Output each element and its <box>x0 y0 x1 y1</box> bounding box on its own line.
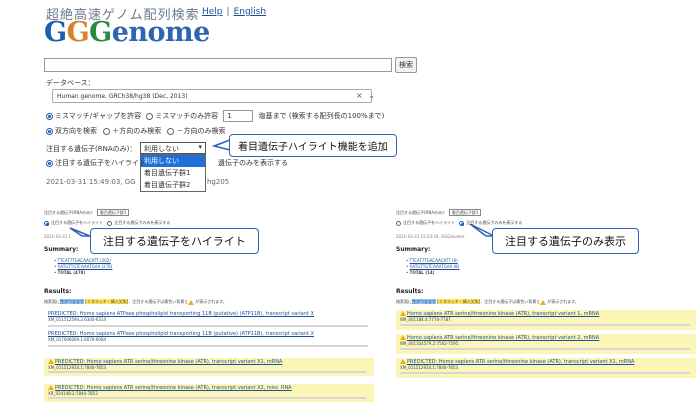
legend-match-mark: 色がつきます <box>412 299 436 304</box>
warning-icon <box>48 385 54 390</box>
left-highlight-radio[interactable] <box>44 220 49 226</box>
warning-icon <box>400 335 406 340</box>
legend-text: 、注目する遺伝子は黄色い背景と <box>128 299 189 304</box>
left-radio-row: 注目する遺伝子をハイライト 注目する遺伝子のみを表示する <box>44 220 170 226</box>
result-location: XM_011512924.1:7840-7853 <box>400 365 459 370</box>
left-show-only-label: 注目する遺伝子のみを表示する <box>114 220 171 225</box>
legend-prefix: 検索語に <box>396 299 412 304</box>
right-filter-select[interactable]: 着目遺伝子群1 <box>448 209 482 216</box>
right-callout: 注目する遺伝子のみ表示 <box>492 228 639 254</box>
sequence-alignment <box>48 325 368 327</box>
result-location: NM_001354579.2:7562-7595 <box>400 341 459 346</box>
sequence-alignment <box>48 397 366 399</box>
warning-icon <box>400 359 406 364</box>
left-summary-list: • TTCATTTGACAACATT (202) • AATGTTGTCAAAT… <box>54 258 113 275</box>
right-filter-label: 注目する遺伝子(RNAのみ)： <box>396 210 448 215</box>
left-filter-select[interactable]: 着目遺伝子群1 <box>96 209 130 216</box>
warning-icon <box>188 299 195 305</box>
sequence-alignment <box>400 324 690 326</box>
summary-link[interactable]: AATGTTGTCAAATGAA (8) <box>410 264 460 269</box>
left-results-title: Results: <box>44 288 72 295</box>
result-item-highlighted: PREDICTED: Homo sapiens ATR serine/threo… <box>44 358 374 376</box>
legend-text: 、注目する遺伝子は黄色い背景と <box>480 299 541 304</box>
summary-link[interactable]: TTCATTTGACAACATT (202) <box>58 258 111 263</box>
result-item-highlighted: PREDICTED: Homo sapiens ATR serine/threo… <box>44 384 374 402</box>
left-timestamp: 2021-03-31 1 <box>44 234 72 239</box>
result-location: XM_011512594.2:6300-6314 <box>48 317 107 322</box>
left-show-only-radio[interactable] <box>107 220 113 226</box>
result-location: XM_011512924.1:7840-7853 <box>48 365 107 370</box>
legend-match-mark: 色がつきます <box>60 299 84 304</box>
summary-total: TOTAL (478) <box>57 270 86 275</box>
left-filter-row: 注目する遺伝子(RNAのみ)： 着目遺伝子群1 <box>44 209 130 216</box>
result-item-highlighted: Homo sapiens ATR serine/threonine kinase… <box>396 334 696 354</box>
top-callout: 着目遺伝子ハイライト機能を追加 <box>229 134 397 157</box>
result-location: XR_924148.2:7840-7853 <box>48 391 98 396</box>
sequence-alignment <box>48 371 366 373</box>
legend-suffix: が表示されます。 <box>195 299 227 304</box>
legend-suffix: が表示されます。 <box>547 299 579 304</box>
summary-total: TOTAL (14) <box>409 270 435 275</box>
summary-link[interactable]: AATGTTGTCAAATGAA (276) <box>58 264 113 269</box>
right-summary-list: • TTCATTTGACAACATT (6) • AATGTTGTCAAATGA… <box>406 258 460 275</box>
right-show-only-radio[interactable] <box>459 220 465 226</box>
sequence-alignment <box>48 345 368 347</box>
right-timestamp: 2021-03-31 15:53:34, GGGenome : <box>396 234 467 239</box>
summary-link[interactable]: TTCATTTGACAACATT (6) <box>410 258 458 263</box>
legend-prefix: 検索語に <box>44 299 60 304</box>
result-item-highlighted: PREDICTED: Homo sapiens ATR serine/threo… <box>396 358 696 378</box>
warning-icon <box>48 359 54 364</box>
warning-icon <box>540 299 547 305</box>
left-results-legend: 検索語に色がつきます [ミスマッチ・挿入欠失]、注目する遺伝子は黄色い背景と が表… <box>44 299 227 305</box>
sequence-alignment <box>400 348 690 350</box>
right-results-title: Results: <box>396 288 424 295</box>
legend-mismatch-mark: [ミスマッチ・挿入欠失] <box>85 299 129 304</box>
result-item: PREDICTED: Homo sapiens ATPase phospholi… <box>44 331 374 345</box>
top-callout-pointer <box>211 138 231 151</box>
result-item-highlighted: Homo sapiens ATR serine/threonine kinase… <box>396 310 696 330</box>
result-location: XM_017006009.1:6070-6084 <box>48 337 107 342</box>
sequence-alignment <box>400 372 690 374</box>
right-summary-title: Summary: <box>396 246 431 253</box>
left-highlight-label: 注目する遺伝子をハイライト <box>51 220 103 225</box>
right-radio-row: 注目する遺伝子をハイライト 注目する遺伝子のみを表示する <box>396 220 522 226</box>
right-filter-row: 注目する遺伝子(RNAのみ)： 着目遺伝子群1 <box>396 209 482 216</box>
right-results-legend: 検索語に色がつきます [ミスマッチ・挿入欠失]、注目する遺伝子は黄色い背景と が表… <box>396 299 579 305</box>
left-callout: 注目する遺伝子をハイライト <box>90 228 259 254</box>
right-highlight-label: 注目する遺伝子をハイライト <box>403 220 455 225</box>
right-show-only-label: 注目する遺伝子のみを表示する <box>466 220 523 225</box>
warning-icon <box>400 311 406 316</box>
right-highlight-radio[interactable] <box>396 220 401 226</box>
left-filter-label: 注目する遺伝子(RNAのみ)： <box>44 210 96 215</box>
left-summary-title: Summary: <box>44 246 79 253</box>
result-item: PREDICTED: Homo sapiens ATPase phospholi… <box>44 311 374 325</box>
result-location: NM_001184.4:7774-7787 <box>400 317 451 322</box>
legend-mismatch-mark: [ミスマッチ・挿入欠失] <box>437 299 481 304</box>
